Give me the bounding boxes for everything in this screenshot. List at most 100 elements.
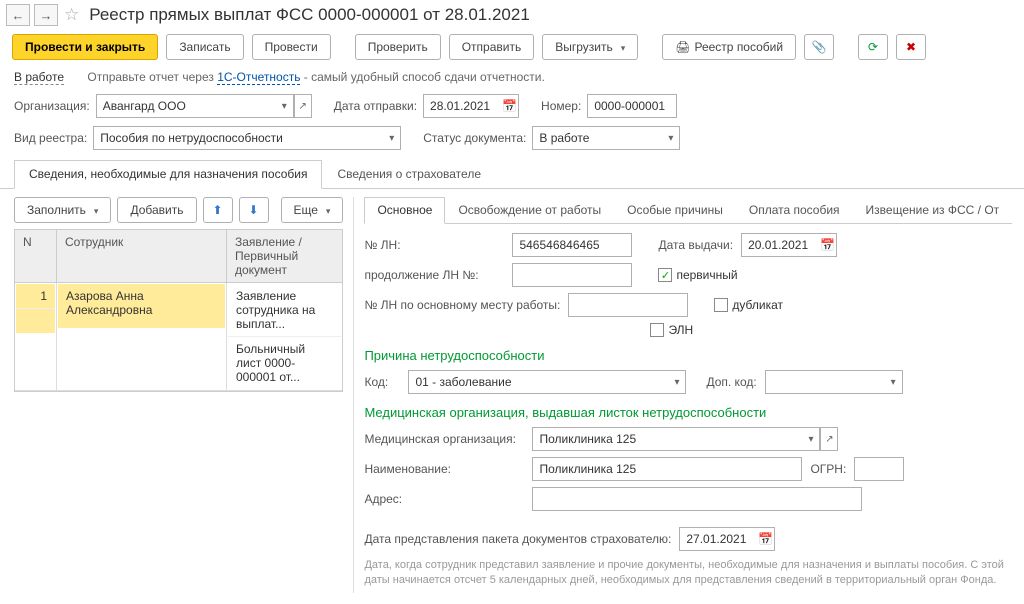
med-header: Медицинская организация, выдавшая листок… bbox=[364, 397, 1012, 424]
ogrn-label: ОГРН: bbox=[810, 462, 846, 476]
forward-button[interactable]: → bbox=[34, 4, 58, 26]
dropdown-button[interactable]: ▾ bbox=[668, 370, 686, 394]
extra-code-input[interactable] bbox=[765, 370, 885, 394]
number-input[interactable] bbox=[587, 94, 677, 118]
check-button[interactable]: Проверить bbox=[355, 34, 441, 60]
status-label[interactable]: В работе bbox=[14, 70, 64, 85]
print-icon: 🖨 bbox=[675, 40, 690, 54]
calendar-icon: 📅 bbox=[758, 532, 773, 546]
refresh-icon: ⟳ bbox=[868, 40, 878, 54]
main-ln-label: № ЛН по основному месту работы: bbox=[364, 298, 560, 312]
cont-ln-input[interactable] bbox=[512, 263, 632, 287]
number-label: Номер: bbox=[541, 99, 581, 113]
back-button[interactable]: ← bbox=[6, 4, 30, 26]
paperclip-icon: 📎 bbox=[812, 40, 827, 54]
star-icon[interactable]: ☆ bbox=[64, 5, 79, 25]
form-row-2: Вид реестра: ▾ Статус документа: ▾ bbox=[0, 122, 1024, 154]
calendar-button[interactable]: 📅 bbox=[501, 94, 519, 118]
code-input[interactable] bbox=[408, 370, 668, 394]
post-close-button[interactable]: Провести и закрыть bbox=[12, 34, 158, 60]
subtab-notice[interactable]: Извещение из ФСС / От bbox=[853, 197, 1013, 223]
arrow-up-icon: ⬆ bbox=[212, 203, 222, 217]
med-org-input[interactable] bbox=[532, 427, 802, 451]
registry-type-label: Вид реестра: bbox=[14, 131, 87, 145]
move-down-button[interactable]: ⬇ bbox=[239, 197, 269, 223]
subtab-special[interactable]: Особые причины bbox=[614, 197, 736, 223]
reason-header: Причина нетрудоспособности bbox=[364, 340, 1012, 367]
cont-ln-label: продолжение ЛН №: bbox=[364, 268, 504, 282]
main-ln-input[interactable] bbox=[568, 293, 688, 317]
dropdown-button[interactable]: ▾ bbox=[383, 126, 401, 150]
ogrn-input[interactable] bbox=[854, 457, 904, 481]
duplicate-label: дубликат bbox=[732, 298, 783, 312]
move-up-button[interactable]: ⬆ bbox=[203, 197, 233, 223]
med-name-label: Наименование: bbox=[364, 462, 524, 476]
more-button[interactable]: Еще bbox=[281, 197, 344, 223]
calendar-icon: 📅 bbox=[820, 238, 835, 252]
reload-button[interactable]: ⟳ bbox=[858, 34, 888, 60]
calendar-button[interactable]: 📅 bbox=[819, 233, 837, 257]
address-input[interactable] bbox=[532, 487, 862, 511]
subtab-pay[interactable]: Оплата пособия bbox=[736, 197, 853, 223]
chevron-down-icon bbox=[90, 203, 99, 217]
med-name-input[interactable] bbox=[532, 457, 802, 481]
col-employee: Сотрудник bbox=[57, 230, 227, 282]
send-date-label: Дата отправки: bbox=[334, 99, 417, 113]
org-input[interactable] bbox=[96, 94, 276, 118]
ln-no-label: № ЛН: bbox=[364, 238, 504, 252]
open-button[interactable]: ↗ bbox=[294, 94, 312, 118]
registry-button[interactable]: 🖨 Реестр пособий bbox=[662, 34, 796, 60]
subtab-release[interactable]: Освобождение от работы bbox=[445, 197, 614, 223]
status-text-after: - самый удобный способ сдачи отчетности. bbox=[304, 70, 545, 84]
save-button[interactable]: Записать bbox=[166, 34, 243, 60]
page-title: Реестр прямых выплат ФСС 0000-000001 от … bbox=[89, 5, 530, 25]
med-org-label: Медицинская организация: bbox=[364, 432, 524, 446]
dropdown-button[interactable]: ▾ bbox=[276, 94, 294, 118]
ln-no-input[interactable] bbox=[512, 233, 632, 257]
add-button[interactable]: Добавить bbox=[117, 197, 196, 223]
status-bar: В работе Отправьте отчет через 1С-Отчетн… bbox=[0, 64, 1024, 90]
attach-button[interactable]: 📎 bbox=[804, 34, 834, 60]
tab-benefit-info[interactable]: Сведения, необходимые для назначения пос… bbox=[14, 160, 322, 189]
title-bar: ← → ☆ Реестр прямых выплат ФСС 0000-0000… bbox=[0, 0, 1024, 30]
close-button[interactable]: ✖ bbox=[896, 34, 926, 60]
form-row-1: Организация: ▾ ↗ Дата отправки: 📅 Номер: bbox=[0, 90, 1024, 122]
dropdown-button[interactable]: ▾ bbox=[802, 427, 820, 451]
post-button[interactable]: Провести bbox=[252, 34, 331, 60]
hint-text: Дата, когда сотрудник представил заявлен… bbox=[364, 554, 1012, 593]
issue-date-input[interactable] bbox=[741, 233, 819, 257]
send-date-input[interactable] bbox=[423, 94, 501, 118]
col-n: N bbox=[15, 230, 57, 282]
duplicate-checkbox[interactable] bbox=[714, 298, 728, 312]
employee-table: N Сотрудник Заявление / Первичный докуме… bbox=[14, 229, 343, 392]
open-button[interactable]: ↗ bbox=[820, 427, 838, 451]
chevron-down-icon bbox=[322, 203, 331, 217]
calendar-icon: 📅 bbox=[502, 99, 517, 113]
send-button[interactable]: Отправить bbox=[449, 34, 535, 60]
pkg-date-input[interactable] bbox=[679, 527, 757, 551]
close-icon: ✖ bbox=[906, 40, 916, 54]
eln-checkbox[interactable] bbox=[650, 323, 664, 337]
org-label: Организация: bbox=[14, 99, 90, 113]
status-link[interactable]: 1С-Отчетность bbox=[217, 70, 300, 85]
dropdown-button[interactable]: ▾ bbox=[885, 370, 903, 394]
detail-tabs: Основное Освобождение от работы Особые п… bbox=[364, 197, 1012, 224]
table-row[interactable]: 1 Азарова Анна Александровна Заявление с… bbox=[15, 283, 342, 391]
doc-status-input[interactable] bbox=[532, 126, 662, 150]
fill-button[interactable]: Заполнить bbox=[14, 197, 111, 223]
calendar-button[interactable]: 📅 bbox=[757, 527, 775, 551]
primary-checkbox[interactable]: ✓ bbox=[658, 268, 672, 282]
right-panel: Основное Освобождение от работы Особые п… bbox=[353, 197, 1012, 593]
extra-code-label: Доп. код: bbox=[706, 375, 756, 389]
dropdown-button[interactable]: ▾ bbox=[662, 126, 680, 150]
arrow-down-icon: ⬇ bbox=[248, 203, 258, 217]
left-panel: Заполнить Добавить ⬆ ⬇ Еще N Сотрудник З… bbox=[14, 197, 343, 593]
registry-type-input[interactable] bbox=[93, 126, 383, 150]
eln-label: ЭЛН bbox=[668, 323, 693, 337]
code-label: Код: bbox=[364, 375, 400, 389]
subtab-main[interactable]: Основное bbox=[364, 197, 445, 224]
chevron-down-icon bbox=[617, 40, 626, 54]
export-button[interactable]: Выгрузить bbox=[542, 34, 638, 60]
tab-insurer-info[interactable]: Сведения о страхователе bbox=[322, 160, 496, 188]
address-label: Адрес: bbox=[364, 492, 524, 506]
